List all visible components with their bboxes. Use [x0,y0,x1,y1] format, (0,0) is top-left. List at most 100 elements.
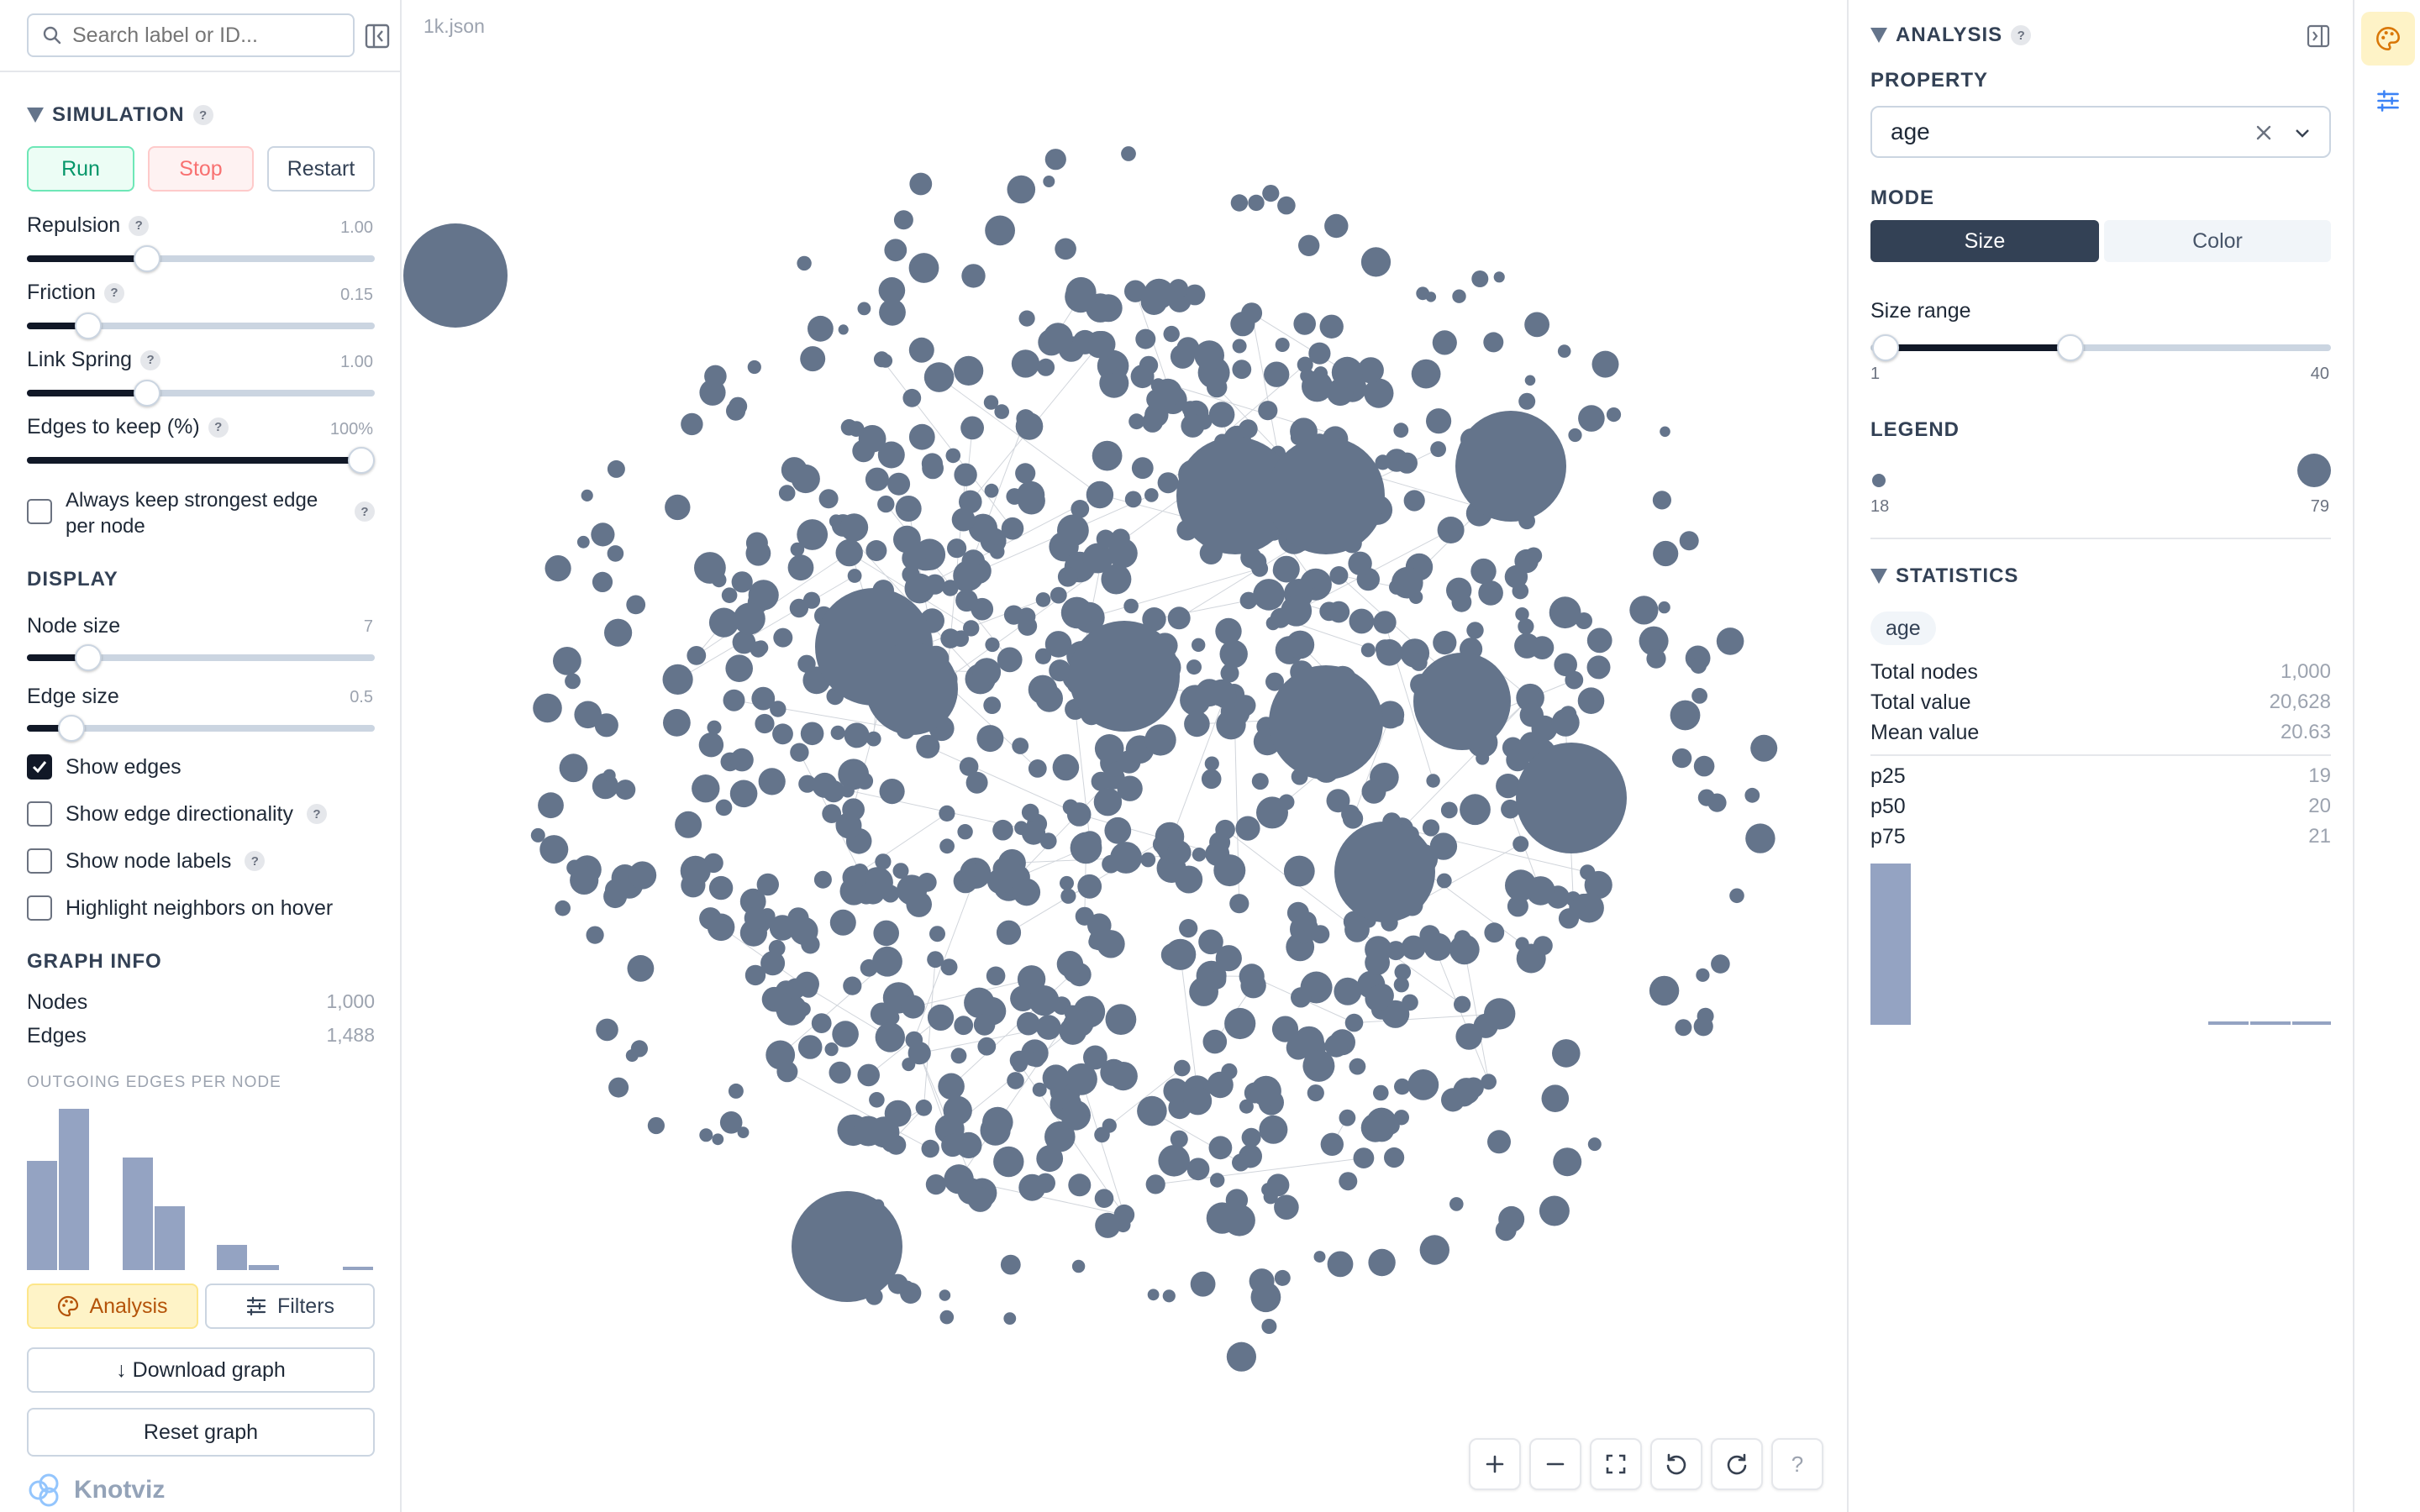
graph-node[interactable] [843,976,862,995]
graph-node[interactable] [857,1063,880,1087]
graph-node[interactable] [604,618,633,647]
graph-node[interactable] [602,769,616,782]
graph-node[interactable] [1319,314,1344,339]
graph-node[interactable] [1744,787,1760,803]
graph-node[interactable] [1037,358,1055,376]
graph-node[interactable] [1394,1078,1411,1095]
graph-node[interactable] [879,298,906,326]
highlight-checkbox[interactable] [27,895,52,921]
graph-node[interactable] [1729,888,1744,904]
graph-node[interactable] [559,753,588,783]
graph-node[interactable] [921,453,943,475]
show-edges-checkbox[interactable] [27,754,52,780]
slider-thumb[interactable] [75,644,102,671]
graph-node[interactable] [773,627,793,648]
graph-node[interactable] [1349,1058,1366,1075]
graph-node[interactable] [1068,1173,1092,1197]
graph-node[interactable] [1174,1059,1191,1077]
graph-node[interactable] [1466,622,1484,639]
graph-node[interactable] [555,900,571,916]
graph-node[interactable] [1124,491,1142,508]
graph-node[interactable] [1123,598,1139,614]
graph-node[interactable] [1251,773,1269,790]
graph-node[interactable] [993,1146,1024,1178]
graph-node[interactable] [1334,977,1362,1005]
graph-node[interactable] [715,799,733,816]
graph-node[interactable] [1302,370,1333,402]
graph-node[interactable] [1204,756,1219,771]
graph-node[interactable] [939,1310,955,1325]
graph-node[interactable] [829,909,856,936]
graph-node[interactable] [879,779,905,805]
graph-node[interactable] [1044,149,1066,171]
graph-node[interactable] [1471,270,1489,287]
graph-node[interactable] [1291,987,1312,1008]
graph-node[interactable] [626,595,646,615]
graph-node[interactable] [1018,486,1045,515]
graph-node[interactable] [855,772,874,790]
graph-node[interactable] [1071,1259,1086,1273]
help-icon[interactable]: ? [140,349,161,370]
download-graph-button[interactable]: ↓ Download graph [27,1347,375,1393]
graph-node[interactable] [1690,657,1707,674]
graph-node[interactable] [723,689,745,711]
graph-node[interactable] [1042,1064,1070,1092]
graph-node[interactable] [950,1047,967,1064]
graph-node[interactable] [893,525,921,554]
graph-node[interactable] [1094,1189,1114,1208]
graph-node[interactable] [591,522,615,547]
graph-node[interactable] [699,1128,713,1142]
graph-node[interactable] [838,324,849,335]
graph-node[interactable] [1179,919,1198,938]
graph-node[interactable] [776,1061,798,1083]
graph-node[interactable] [895,496,922,522]
graph-node[interactable] [875,1022,905,1053]
graph-node[interactable] [1453,1078,1481,1105]
graph-node[interactable] [1017,965,1046,994]
graph-node[interactable] [539,835,569,864]
graph-node[interactable] [630,1040,648,1058]
graph-node[interactable] [1167,840,1192,865]
graph-node[interactable] [1297,911,1317,932]
graph-node[interactable] [940,958,958,976]
graph-node[interactable] [842,798,865,822]
edge-size-slider[interactable] [27,715,375,742]
graph-node[interactable] [744,906,767,930]
graph-node[interactable] [1423,932,1452,961]
help-icon[interactable]: ? [355,501,375,522]
graph-node[interactable] [403,223,508,328]
graph-node[interactable] [1239,963,1265,990]
graph-node[interactable] [755,713,775,734]
graph-node[interactable] [1394,963,1412,980]
graph-node[interactable] [756,873,779,896]
rail-filters-button[interactable] [2361,74,2415,128]
graph-node[interactable] [1313,1251,1326,1263]
graph-node[interactable] [728,1083,744,1099]
graph-node[interactable] [596,1018,618,1042]
graph-node[interactable] [1344,1013,1364,1032]
graph-node[interactable] [945,448,961,464]
graph-node[interactable] [790,743,809,762]
graph-node[interactable] [1349,608,1375,634]
graph-node[interactable] [1234,695,1256,717]
help-icon[interactable]: ? [245,851,266,871]
graph-node[interactable] [1017,1011,1040,1036]
graph-node[interactable] [1554,653,1577,677]
graph-node[interactable] [1671,748,1692,769]
graph-node[interactable] [1658,601,1670,614]
graph-node[interactable] [994,404,1009,419]
graph-node[interactable] [1307,1084,1324,1102]
graph-node[interactable] [1422,819,1440,837]
graph-node[interactable] [1043,323,1073,353]
graph-node[interactable] [1324,213,1349,239]
graph-node[interactable] [1241,1127,1261,1147]
graph-node[interactable] [607,459,625,478]
graph-node[interactable] [1411,359,1441,389]
graph-node[interactable] [822,804,842,823]
graph-node[interactable] [1101,358,1117,375]
graph-node[interactable] [1716,627,1744,655]
graph-node[interactable] [925,1174,946,1195]
edges-keep-slider[interactable] [27,447,375,474]
graph-node[interactable] [1140,852,1156,868]
graph-node[interactable] [1693,755,1715,777]
